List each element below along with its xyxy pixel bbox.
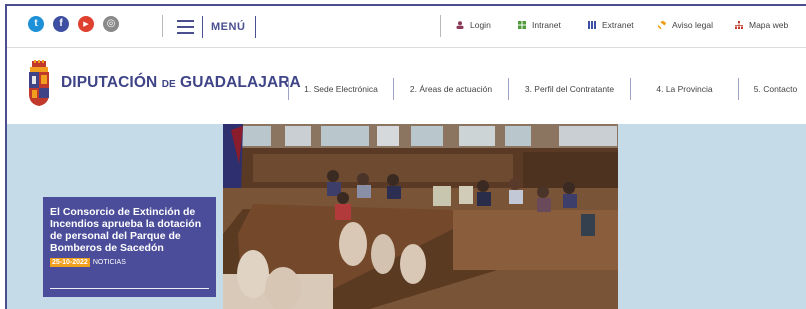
top-bar: t f ▶ ◎ MENÚ Login Intranet Extranet Avi… — [7, 6, 806, 48]
extranet-label: Extranet — [602, 20, 634, 30]
site-logo[interactable]: DIPUTACIÓN DE GUADALAJARA — [27, 60, 301, 106]
news-card[interactable]: El Consorcio de Extinción de Incendios a… — [43, 197, 216, 297]
gavel-icon — [658, 21, 666, 29]
grid-icon — [518, 21, 526, 29]
brand-name: DIPUTACIÓN DE GUADALAJARA — [61, 74, 301, 92]
mapa-web-label: Mapa web — [749, 20, 789, 30]
nav-item-areas-actuacion[interactable]: 2. Áreas de actuación — [393, 78, 508, 100]
brand-name-de: DE — [161, 79, 176, 90]
aviso-legal-label: Aviso legal — [672, 20, 713, 30]
news-date: 25-10-2022 — [50, 258, 90, 267]
news-meta: 25-10-2022 NOTICIAS — [50, 258, 210, 267]
meeting-room-image — [223, 124, 618, 309]
hero-slider: El Consorcio de Extinción de Incendios a… — [7, 124, 806, 309]
brand-name-part2: GUADALAJARA — [180, 74, 301, 91]
extranet-link[interactable]: Extranet — [588, 20, 634, 30]
news-title[interactable]: El Consorcio de Extinción de Incendios a… — [50, 206, 210, 254]
login-link[interactable]: Login — [456, 20, 491, 30]
columns-icon — [588, 21, 596, 29]
intranet-label: Intranet — [532, 20, 561, 30]
brand-name-part1: DIPUTACIÓN — [61, 74, 158, 91]
nav-item-la-provincia[interactable]: 4. La Provincia — [630, 78, 738, 100]
main-nav: 1. Sede Electrónica 2. Áreas de actuació… — [288, 78, 806, 100]
news-divider — [50, 288, 209, 289]
hero-photo[interactable] — [223, 124, 618, 309]
intranet-link[interactable]: Intranet — [518, 20, 561, 30]
nav-item-sede-electronica[interactable]: 1. Sede Electrónica — [288, 78, 393, 100]
nav-item-contacto[interactable]: 5. Contacto — [738, 78, 806, 100]
site-header: DIPUTACIÓN DE GUADALAJARA 1. Sede Electr… — [7, 48, 806, 124]
sitemap-icon — [735, 21, 743, 29]
coat-of-arms-icon — [29, 60, 49, 106]
nav-item-perfil-contratante[interactable]: 3. Perfil del Contratante — [508, 78, 630, 100]
utility-links: Login Intranet Extranet Aviso legal Mapa… — [7, 6, 806, 47]
mapa-web-link[interactable]: Mapa web — [735, 20, 788, 30]
user-icon — [456, 21, 464, 29]
news-category[interactable]: NOTICIAS — [93, 259, 126, 266]
login-label: Login — [470, 20, 491, 30]
aviso-legal-link[interactable]: Aviso legal — [658, 20, 713, 30]
page-frame: t f ▶ ◎ MENÚ Login Intranet Extranet Avi… — [5, 4, 806, 309]
